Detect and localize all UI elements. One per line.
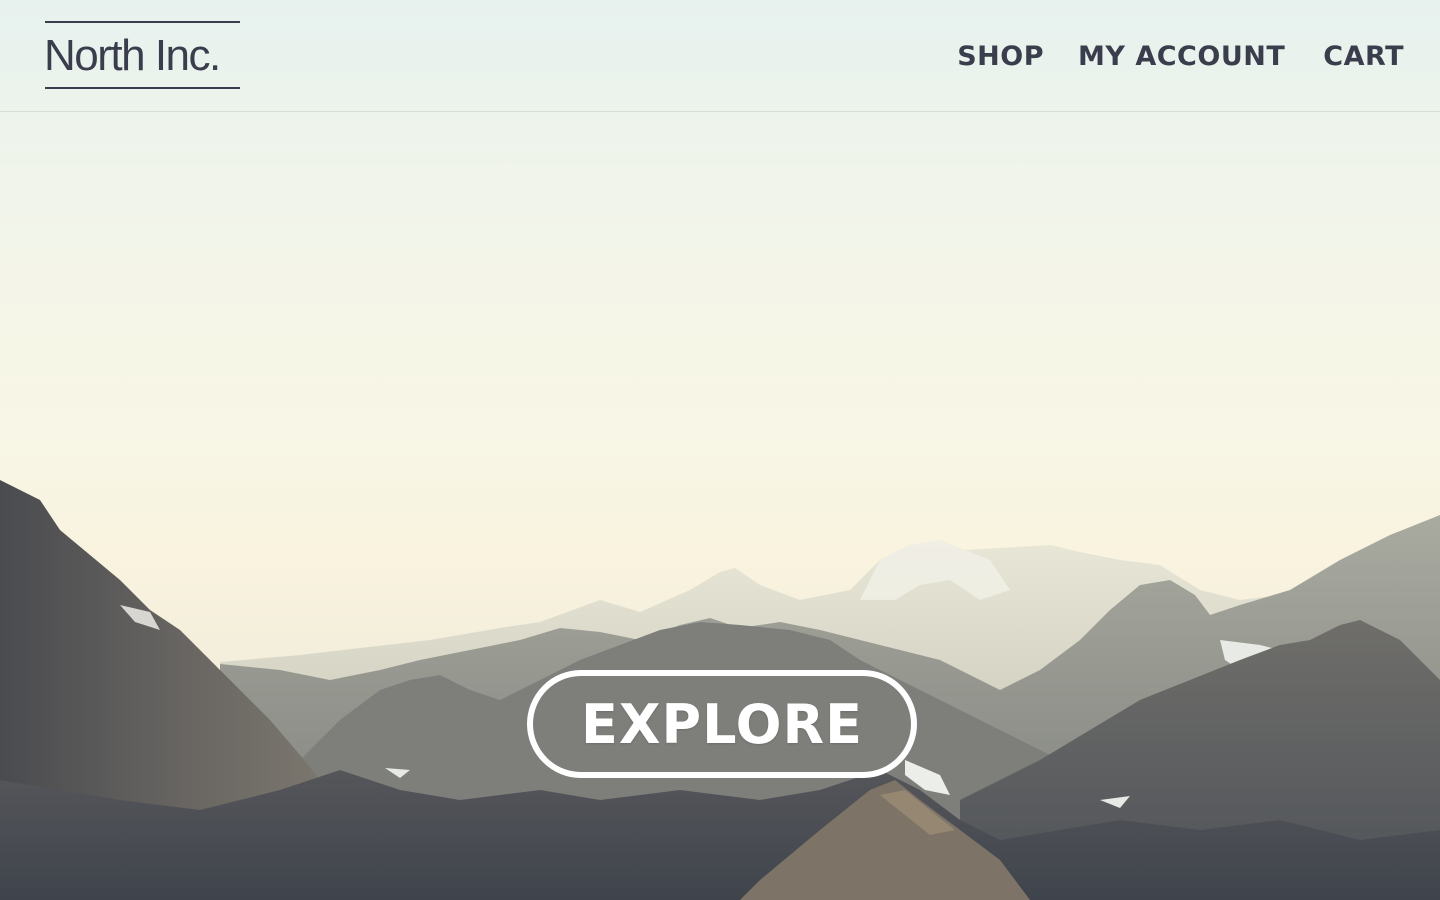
main-nav: SHOP MY ACCOUNT CART bbox=[957, 36, 1404, 76]
nav-shop-link[interactable]: SHOP bbox=[957, 41, 1044, 72]
brand-name: North Inc. bbox=[44, 31, 221, 80]
nav-my-account-link[interactable]: MY ACCOUNT bbox=[1078, 41, 1285, 72]
nav-cart-link[interactable]: CART bbox=[1323, 41, 1404, 72]
explore-button-label: EXPLORE bbox=[581, 692, 863, 756]
explore-button[interactable]: EXPLORE bbox=[527, 670, 917, 778]
site-header: North Inc. SHOP MY ACCOUNT CART bbox=[0, 0, 1440, 112]
brand-logo[interactable]: North Inc. bbox=[44, 21, 240, 89]
